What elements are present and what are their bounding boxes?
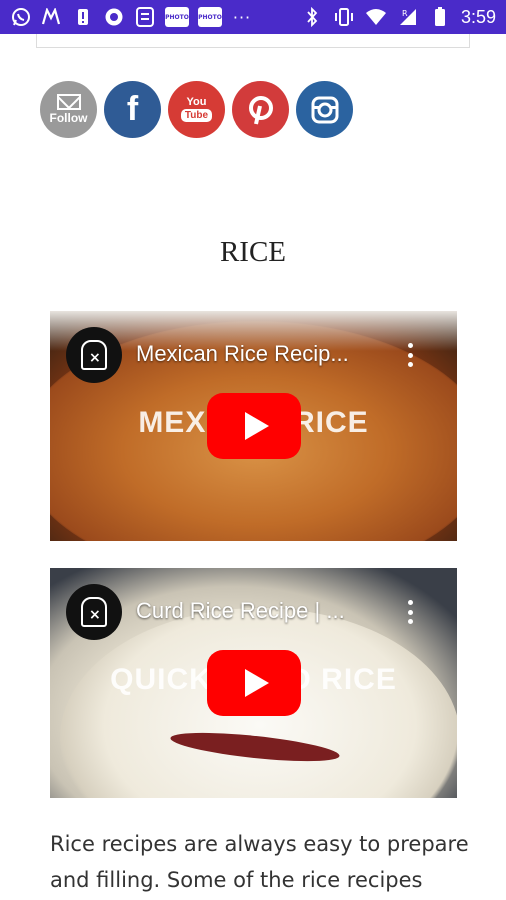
intro-paragraph: Rice recipes are always easy to prepare …	[50, 832, 469, 892]
pinterest-button[interactable]	[232, 81, 289, 138]
status-bar-right-icons: R 3:59	[301, 0, 496, 34]
play-icon	[245, 412, 269, 440]
mail-icon	[56, 94, 81, 110]
more-options-icon[interactable]	[407, 343, 413, 367]
social-links: Follow f You Tube	[40, 81, 353, 138]
status-bar: PHOTO PHOTO ··· R 3:59	[0, 0, 506, 34]
content-frame-edge	[36, 34, 470, 48]
status-time: 3:59	[460, 6, 496, 27]
wifi-icon	[365, 6, 387, 28]
vibrate-icon	[333, 6, 355, 28]
youtube-icon-you: You	[186, 96, 207, 108]
video-embed[interactable]: QUICK CURD RICE Curd Rice Recipe | ...	[50, 568, 457, 798]
more-options-icon[interactable]	[407, 600, 413, 624]
chef-hat-icon	[81, 340, 107, 370]
play-icon	[245, 669, 269, 697]
record-icon	[103, 6, 125, 28]
follow-button[interactable]: Follow	[40, 81, 97, 138]
photo-icon: PHOTO	[165, 7, 189, 27]
instagram-button[interactable]	[296, 81, 353, 138]
instagram-icon	[311, 96, 338, 123]
signal-icon: R	[397, 6, 419, 28]
my-app-icon	[41, 6, 63, 28]
bluetooth-icon	[301, 6, 323, 28]
battery-icon	[429, 6, 451, 28]
facebook-button[interactable]: f	[104, 81, 161, 138]
pinterest-icon	[248, 95, 273, 124]
play-button[interactable]	[207, 393, 301, 459]
section-heading: RICE	[219, 236, 287, 268]
facebook-icon: f	[126, 90, 139, 128]
channel-avatar[interactable]	[66, 584, 122, 640]
more-icon: ···	[232, 7, 252, 27]
whatsapp-icon	[10, 6, 32, 28]
follow-label: Follow	[49, 111, 88, 125]
video-title[interactable]: Curd Rice Recipe | ...	[136, 598, 345, 624]
video-embed[interactable]: MEXICAN RICE Mexican Rice Recip...	[50, 311, 457, 541]
svg-text:R: R	[402, 9, 408, 18]
file-icon	[134, 6, 156, 28]
youtube-button[interactable]: You Tube	[168, 81, 225, 138]
chef-hat-icon	[81, 597, 107, 627]
youtube-icon-tube: Tube	[180, 109, 213, 122]
photo-icon: PHOTO	[198, 7, 222, 27]
play-button[interactable]	[207, 650, 301, 716]
alert-icon	[72, 6, 94, 28]
channel-avatar[interactable]	[66, 327, 122, 383]
status-bar-left-icons: PHOTO PHOTO ···	[0, 6, 253, 28]
video-title[interactable]: Mexican Rice Recip...	[136, 341, 349, 367]
